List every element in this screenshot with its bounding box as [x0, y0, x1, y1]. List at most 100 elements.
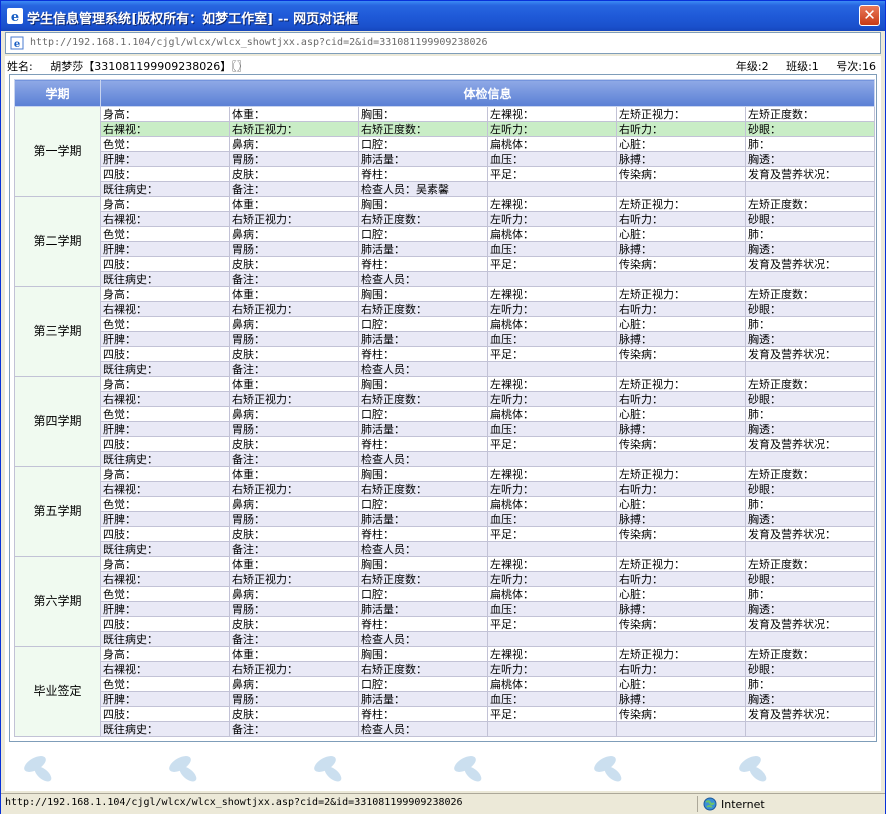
table-row: 既往病史： 备注： 检查人员： [15, 541, 876, 557]
table-cell: 左矫正度数： [744, 196, 876, 212]
table-cell: 色觉： [100, 676, 230, 692]
table-cell: 检查人员： [358, 361, 488, 377]
title-bar[interactable]: e 学生信息管理系统[版权所有：如梦工作室] -- 网页对话框 ✕ [1, 1, 885, 31]
table-row: 右裸视： 右矫正视力： 右矫正度数： 左听力： 右听力： 砂眼： [15, 481, 876, 497]
table-cell: 肝脾： [100, 511, 230, 527]
table-cell: 备注： [229, 541, 359, 557]
table-cell [487, 631, 617, 647]
table-cell: 四肢： [100, 706, 230, 722]
table-cell: 血压： [487, 421, 617, 437]
table-cell: 鼻病： [229, 136, 359, 152]
table-cell: 左矫正度数： [744, 376, 876, 392]
table-row: 肝脾： 胃肠： 肺活量： 血压： 脉搏： 胸透： [15, 331, 876, 347]
table-cell: 身高： [100, 556, 230, 572]
table-cell: 脊柱： [358, 526, 488, 542]
table-row: 第三学期 身高： 体重： 胸围： 左裸视： 左矫正视力： 左矫正度数： [14, 286, 876, 377]
table-cell: 左矫正度数： [744, 466, 876, 482]
table-cell: 传染病： [616, 166, 746, 182]
table-cell: 肺： [744, 496, 876, 512]
table-cell: 鼻病： [229, 226, 359, 242]
table-cell: 既往病史： [100, 721, 230, 737]
table-cell: 皮肤： [229, 346, 359, 362]
table-cell: 心脏： [616, 676, 746, 692]
table-row: 毕业签定 身高： 体重： 胸围： 左裸视： 左矫正视力： 左矫正度数： [14, 646, 876, 737]
table-cell: 备注： [229, 631, 359, 647]
svg-text:e: e [11, 10, 19, 24]
table-cell: 脊柱： [358, 706, 488, 722]
table-cell: 体重： [229, 286, 359, 302]
table-cell: 胸围： [358, 196, 488, 212]
table-cell: 左矫正视力： [616, 646, 746, 662]
table-row: 肝脾： 胃肠： 肺活量： 血压： 脉搏： 胸透： [15, 601, 876, 617]
table-cell: 右裸视： [100, 571, 230, 587]
table-cell: 左听力： [487, 661, 617, 677]
table-cell: 左裸视： [487, 646, 617, 662]
table-cell: 胸透： [744, 511, 876, 527]
table-row: 四肢： 皮肤： 脊柱： 平足： 传染病： 发育及营养状况： [15, 166, 876, 182]
number-text: 号次:16 [836, 60, 876, 73]
table-cell: 砂眼： [744, 301, 876, 317]
table-cell [744, 631, 876, 647]
table-cell [616, 451, 746, 467]
table-cell: 口腔： [358, 586, 488, 602]
table-cell: 口腔： [358, 406, 488, 422]
table-cell: 传染病： [616, 346, 746, 362]
table-cell: 胸透： [744, 151, 876, 167]
table-row: 四肢： 皮肤： 脊柱： 平足： 传染病： 发育及营养状况： [15, 526, 876, 542]
table-cell: 肺： [744, 316, 876, 332]
address-bar[interactable]: e http://192.168.1.104/cjgl/wlcx/wlcx_sh… [5, 32, 881, 54]
table-cell: 右裸视： [100, 211, 230, 227]
table-cell: 胃肠： [229, 241, 359, 257]
table-row: 四肢： 皮肤： 脊柱： 平足： 传染病： 发育及营养状况： [15, 346, 876, 362]
table-cell: 右听力： [616, 481, 746, 497]
page-icon: e [10, 36, 24, 50]
table-cell: 平足： [487, 706, 617, 722]
table-cell: 体重： [229, 106, 359, 122]
table-cell: 肝脾： [100, 331, 230, 347]
table-cell: 身高： [100, 286, 230, 302]
table-cell: 右矫正视力： [229, 661, 359, 677]
table-cell: 胃肠： [229, 511, 359, 527]
table-cell: 心脏： [616, 316, 746, 332]
table-cell: 四肢： [100, 526, 230, 542]
table-cell: 体重： [229, 556, 359, 572]
table-cell: 右听力： [616, 391, 746, 407]
page-content: 姓名: 胡梦莎【331081199909238026】〖〗 年级:2 班级:1 … [5, 56, 881, 791]
table-cell [744, 721, 876, 737]
table-cell [487, 361, 617, 377]
table-cell: 扁桃体： [487, 406, 617, 422]
table-cell: 左裸视： [487, 286, 617, 302]
table-cell: 心脏： [616, 496, 746, 512]
grade-text: 年级:2 [735, 60, 769, 73]
table-cell: 口腔： [358, 316, 488, 332]
table-cell [744, 541, 876, 557]
table-row: 肝脾： 胃肠： 肺活量： 血压： 脉搏： 胸透： [15, 421, 876, 437]
table-cell: 血压： [487, 331, 617, 347]
table-cell: 肺： [744, 586, 876, 602]
table-cell: 脉搏： [616, 511, 746, 527]
table-cell: 左矫正视力： [616, 106, 746, 122]
close-button[interactable]: ✕ [859, 5, 880, 26]
table-cell: 备注： [229, 271, 359, 287]
table-cell: 肺： [744, 676, 876, 692]
dialog-window: e 学生信息管理系统[版权所有：如梦工作室] -- 网页对话框 ✕ e http… [0, 0, 886, 814]
table-cell: 左听力： [487, 211, 617, 227]
table-cell: 传染病： [616, 616, 746, 632]
table-cell: 四肢： [100, 166, 230, 182]
table-cell: 发育及营养状况： [744, 256, 876, 272]
table-cell: 右矫正视力： [229, 301, 359, 317]
table-row: 肝脾： 胃肠： 肺活量： 血压： 脉搏： 胸透： [15, 511, 876, 527]
table-cell: 心脏： [616, 406, 746, 422]
table-cell: 砂眼： [744, 571, 876, 587]
table-cell: 检查人员： [358, 721, 488, 737]
table-cell: 左听力： [487, 481, 617, 497]
table-cell: 右听力： [616, 661, 746, 677]
term-name: 第四学期 [14, 376, 101, 467]
table-cell: 血压： [487, 601, 617, 617]
table-cell: 肺活量： [358, 331, 488, 347]
table-cell: 胸透： [744, 241, 876, 257]
table-cell: 胃肠： [229, 151, 359, 167]
table-cell: 肺： [744, 226, 876, 242]
table-cell: 左矫正视力： [616, 196, 746, 212]
table-cell: 左听力： [487, 301, 617, 317]
